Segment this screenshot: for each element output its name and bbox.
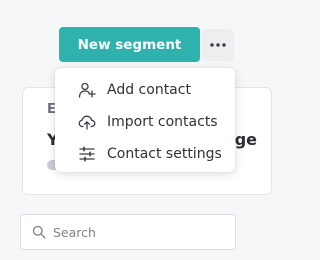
menu-item-contact-settings[interactable]: Contact settings: [55, 138, 235, 170]
menu-item-label: Add contact: [107, 82, 191, 98]
menu-item-label: Import contacts: [107, 114, 218, 130]
search-input[interactable]: [53, 224, 223, 240]
cloud-upload-icon: [78, 113, 96, 131]
search-box[interactable]: [20, 214, 236, 250]
search-icon: [31, 224, 47, 240]
ellipsis-icon: [210, 43, 226, 47]
new-segment-button[interactable]: New segment: [59, 27, 200, 62]
more-options-button[interactable]: [202, 29, 234, 61]
menu-item-import-contacts[interactable]: Import contacts: [55, 106, 235, 138]
more-options-menu: Add contact Import contacts Contact sett…: [55, 68, 235, 172]
menu-item-add-contact[interactable]: Add contact: [55, 74, 235, 106]
add-user-icon: [78, 81, 96, 99]
menu-item-label: Contact settings: [107, 146, 222, 162]
sliders-icon: [78, 145, 96, 163]
